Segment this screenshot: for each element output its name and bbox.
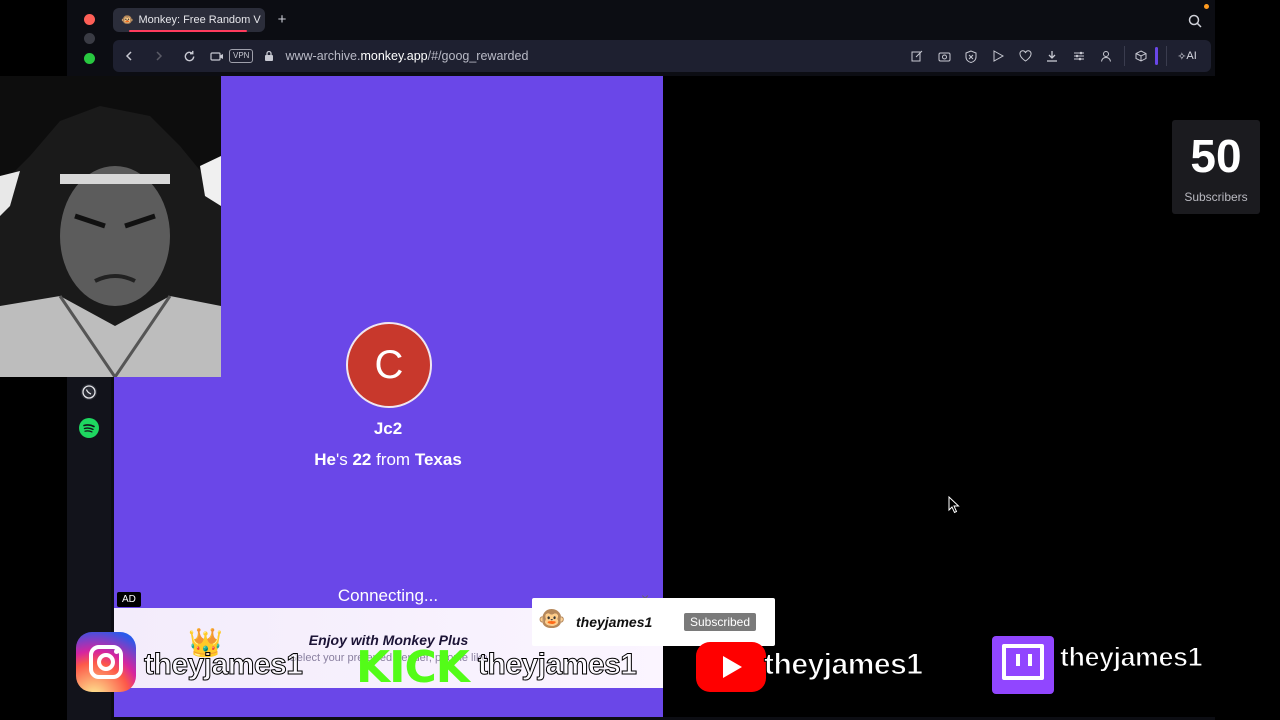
twitch-handle: theyjames1 xyxy=(1059,642,1203,673)
ai-label: AI xyxy=(1186,50,1197,62)
close-window-button[interactable] xyxy=(84,14,95,25)
connecting-status: Connecting... xyxy=(337,586,439,605)
tab-title: Monkey: Free Random V xyxy=(138,14,261,26)
sparkle-icon: ✧ xyxy=(1177,50,1187,63)
tab-monkey[interactable]: 🐵 Monkey: Free Random V xyxy=(113,8,265,32)
settings-sliders-icon[interactable] xyxy=(1067,44,1091,68)
tab-active-indicator xyxy=(129,30,247,32)
forward-icon[interactable] xyxy=(147,44,171,68)
spotify-icon[interactable] xyxy=(79,418,99,438)
subscribed-name: theyjames1 xyxy=(576,614,653,630)
match-username: Jc2 xyxy=(373,419,403,438)
profile-icon[interactable] xyxy=(1094,44,1118,68)
reload-icon[interactable] xyxy=(177,44,201,68)
subscriber-count: 50 xyxy=(1190,130,1242,182)
match-info: He's 22 from Texas xyxy=(250,450,526,470)
play-icon[interactable] xyxy=(986,44,1010,68)
monkey-mascot-icon: 🐵 xyxy=(538,606,566,631)
kick-handle: theyjames1 xyxy=(477,648,637,682)
webcam-image xyxy=(0,76,221,377)
accent-bar xyxy=(1155,47,1158,65)
monkey-favicon-icon: 🐵 xyxy=(121,14,134,26)
download-icon[interactable] xyxy=(1040,44,1064,68)
instagram-handle: theyjames1 xyxy=(143,648,303,682)
subscriber-label: Subscribers xyxy=(1184,190,1248,204)
subscribed-notification: 🐵 theyjames1 Subscribed xyxy=(532,598,775,646)
new-tab-button[interactable]: + xyxy=(274,12,290,28)
webcam-overlay xyxy=(0,76,221,377)
url-host: monkey.app xyxy=(360,49,428,63)
info-from: from xyxy=(376,450,411,469)
address-toolbar: VPN www-archive.monkey.app/#/goog_reward… xyxy=(113,40,1211,72)
subscriber-counter: 50 Subscribers xyxy=(1172,120,1260,214)
instagram-icon xyxy=(76,632,136,692)
youtube-icon xyxy=(696,642,766,692)
mouse-cursor-icon xyxy=(948,496,960,514)
search-icon[interactable] xyxy=(1187,13,1203,29)
info-age: 22 xyxy=(352,450,372,469)
url-path: /#/goog_rewarded xyxy=(427,49,529,63)
match-avatar: C xyxy=(346,322,432,408)
back-icon[interactable] xyxy=(117,44,141,68)
heart-icon[interactable] xyxy=(1013,44,1037,68)
whatsapp-icon[interactable] xyxy=(80,383,98,401)
camera-icon[interactable] xyxy=(205,44,229,68)
notification-dot xyxy=(1204,4,1209,9)
address-bar[interactable]: www-archive.monkey.app/#/goog_rewarded xyxy=(285,49,528,63)
info-location: Texas xyxy=(414,450,462,469)
subscribed-button[interactable]: Subscribed xyxy=(684,613,756,631)
tab-bar: 🐵 Monkey: Free Random V + xyxy=(67,0,1215,64)
extensions-cube-icon[interactable] xyxy=(1129,44,1153,68)
screen: 🐵 Monkey: Free Random V + VPN www-archiv… xyxy=(0,0,1280,720)
maximize-window-button[interactable] xyxy=(84,53,95,64)
info-verb: 's xyxy=(335,450,348,469)
info-pronoun: He xyxy=(314,450,336,469)
edit-icon[interactable] xyxy=(905,44,929,68)
vpn-badge[interactable]: VPN xyxy=(229,49,254,63)
toolbar-divider xyxy=(1166,46,1167,66)
url-prefix: www-archive. xyxy=(285,49,361,63)
toolbar-divider xyxy=(1124,46,1125,66)
twitch-icon xyxy=(992,636,1054,694)
kick-logo: KICK xyxy=(356,642,470,693)
ai-button[interactable]: ✧ AI xyxy=(1169,44,1205,68)
lock-icon[interactable] xyxy=(257,44,281,68)
avatar-initial: C xyxy=(374,342,404,387)
snapshot-icon[interactable] xyxy=(932,44,956,68)
minimize-window-button[interactable] xyxy=(84,33,95,44)
youtube-handle: theyjames1 xyxy=(763,648,923,682)
shield-icon[interactable] xyxy=(959,44,983,68)
ad-badge: AD xyxy=(117,592,141,607)
